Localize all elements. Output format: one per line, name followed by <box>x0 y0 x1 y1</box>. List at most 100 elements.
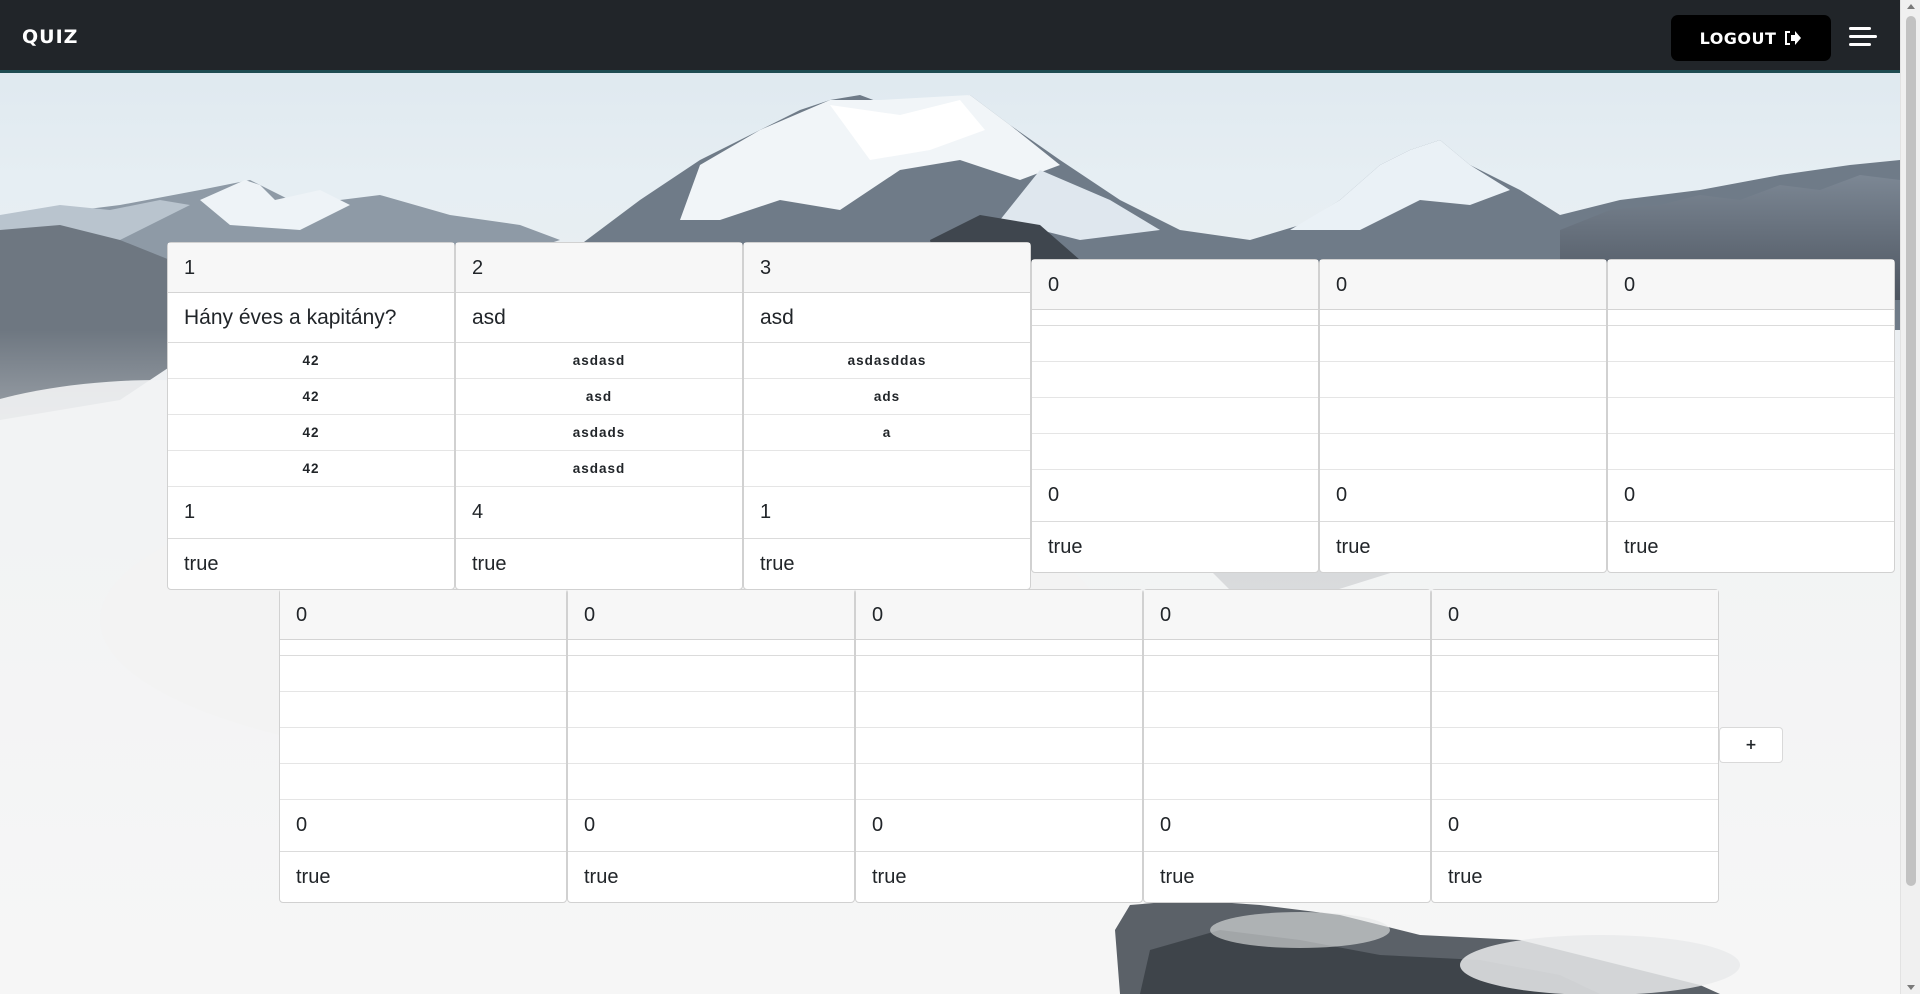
card-number: 1 <box>168 243 454 293</box>
active-status: true <box>872 866 907 888</box>
top-navbar: QUIZ LOGOUT <box>0 0 1900 73</box>
question-card[interactable]: 2 asd asdasd asd asdads asdasd 4 true <box>455 242 743 590</box>
answer-option <box>1608 398 1894 434</box>
active-status: true <box>472 553 507 575</box>
answer-option <box>1432 692 1718 728</box>
question-card[interactable]: 0 0 true <box>1143 589 1431 903</box>
answer-option <box>1320 434 1606 470</box>
card-question <box>856 640 1142 656</box>
answer-option <box>856 692 1142 728</box>
answer-option: asdads <box>456 415 742 451</box>
answer-option <box>1320 326 1606 362</box>
logout-arrow-icon <box>1785 31 1802 45</box>
scroll-down-icon[interactable] <box>1907 985 1915 990</box>
question-card[interactable]: 0 0 true <box>1319 259 1607 573</box>
correct-answer-index: 0 <box>856 800 1142 852</box>
card-number: 2 <box>456 243 742 293</box>
card-number: 0 <box>1320 260 1606 310</box>
question-card[interactable]: 0 0 true <box>279 589 567 903</box>
card-number: 0 <box>280 590 566 640</box>
answer-option <box>1432 764 1718 800</box>
answer-option <box>280 764 566 800</box>
logout-button[interactable]: LOGOUT <box>1671 15 1831 61</box>
correct-answer-index: 0 <box>1144 800 1430 852</box>
card-number: 0 <box>1144 590 1430 640</box>
active-status: true <box>296 866 331 888</box>
question-card[interactable]: 0 0 true <box>1031 259 1319 573</box>
answer-option <box>744 451 1030 487</box>
answer-option <box>568 656 854 692</box>
menu-line <box>1849 43 1871 46</box>
active-status: true <box>584 866 619 888</box>
answer-option: a <box>744 415 1030 451</box>
scroll-thumb[interactable] <box>1906 16 1916 886</box>
correct-answer-index: 1 <box>168 487 454 539</box>
question-card[interactable]: 1 Hány éves a kapitány? 42 42 42 42 1 tr… <box>167 242 455 590</box>
question-card[interactable]: 0 0 true <box>567 589 855 903</box>
logout-label: LOGOUT <box>1699 28 1777 48</box>
answer-option <box>1608 362 1894 398</box>
card-question <box>1032 310 1318 326</box>
card-question <box>568 640 854 656</box>
add-card-button[interactable]: + <box>1719 727 1783 763</box>
hamburger-menu-icon[interactable] <box>1847 24 1879 50</box>
card-question <box>1320 310 1606 326</box>
correct-answer-index: 0 <box>280 800 566 852</box>
active-status: true <box>184 553 219 575</box>
answer-option <box>1608 434 1894 470</box>
answer-option <box>1320 398 1606 434</box>
answer-option: 42 <box>168 415 454 451</box>
answer-option <box>568 692 854 728</box>
answer-option: asdasddas <box>744 343 1030 379</box>
question-card[interactable]: 0 0 true <box>1607 259 1895 573</box>
question-card[interactable]: 0 0 true <box>1431 589 1719 903</box>
menu-line <box>1849 35 1877 38</box>
card-question <box>1144 640 1430 656</box>
answer-option: 42 <box>168 379 454 415</box>
answer-option <box>280 656 566 692</box>
card-number: 0 <box>568 590 854 640</box>
question-card[interactable]: 0 0 true <box>855 589 1143 903</box>
answer-option: ads <box>744 379 1030 415</box>
answer-option <box>1432 728 1718 764</box>
question-card[interactable]: 3 asd asdasddas ads a 1 true <box>743 242 1031 590</box>
answer-option <box>1144 728 1430 764</box>
active-status: true <box>1336 536 1371 558</box>
card-number: 3 <box>744 243 1030 293</box>
answer-option: asdasd <box>456 451 742 487</box>
answer-option: 42 <box>168 343 454 379</box>
correct-answer-index: 0 <box>568 800 854 852</box>
correct-answer-index: 0 <box>1032 470 1318 522</box>
active-status: true <box>1048 536 1083 558</box>
correct-answer-index: 0 <box>1432 800 1718 852</box>
answer-option <box>1144 656 1430 692</box>
active-status: true <box>760 553 795 575</box>
card-question <box>1608 310 1894 326</box>
answer-option <box>856 656 1142 692</box>
answer-option <box>1144 692 1430 728</box>
brand-logo[interactable]: QUIZ <box>22 26 78 48</box>
answer-option <box>1032 398 1318 434</box>
card-question <box>1432 640 1718 656</box>
answer-option <box>1032 326 1318 362</box>
answer-option <box>1432 656 1718 692</box>
card-question: asd <box>744 293 1030 343</box>
active-status: true <box>1624 536 1659 558</box>
card-number: 0 <box>1608 260 1894 310</box>
correct-answer-index: 4 <box>456 487 742 539</box>
page-scrollbar[interactable] <box>1900 0 1920 994</box>
answer-option <box>1320 362 1606 398</box>
correct-answer-index: 0 <box>1608 470 1894 522</box>
answer-option <box>856 728 1142 764</box>
answer-option <box>1608 326 1894 362</box>
answer-option <box>1032 362 1318 398</box>
card-question: Hány éves a kapitány? <box>168 293 454 343</box>
correct-answer-index: 1 <box>744 487 1030 539</box>
card-number: 0 <box>1432 590 1718 640</box>
answer-option <box>280 692 566 728</box>
answer-option: asd <box>456 379 742 415</box>
menu-line <box>1849 27 1871 30</box>
card-number: 0 <box>1032 260 1318 310</box>
scroll-up-icon[interactable] <box>1907 4 1915 9</box>
answer-option: 42 <box>168 451 454 487</box>
